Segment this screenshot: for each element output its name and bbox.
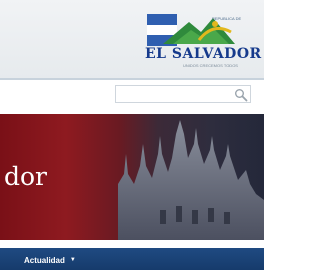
chevron-down-icon: ▼: [69, 257, 76, 263]
main-navbar: Actualidad ▼: [0, 248, 264, 270]
search-bar: [0, 80, 264, 108]
logo-small-text: REPUBLICA DE: [212, 16, 242, 21]
logo-name: EL SALVADOR: [145, 46, 262, 62]
nav-item-actualidad[interactable]: Actualidad ▼: [24, 253, 76, 267]
hero-banner: dor: [0, 114, 264, 240]
banner-title: dor: [4, 162, 48, 191]
site-header: REPUBLICA DE EL SALVADOR UNIDOS CRECEMOS…: [0, 0, 264, 80]
el-salvador-logo[interactable]: REPUBLICA DE EL SALVADOR UNIDOS CRECEMOS…: [143, 10, 262, 70]
nav-item-label: Actualidad: [24, 255, 65, 265]
logo-tagline: UNIDOS CRECEMOS TODOS: [183, 63, 238, 68]
search-icon[interactable]: [234, 88, 248, 102]
search-input[interactable]: [115, 85, 251, 103]
spacer: [0, 240, 264, 248]
